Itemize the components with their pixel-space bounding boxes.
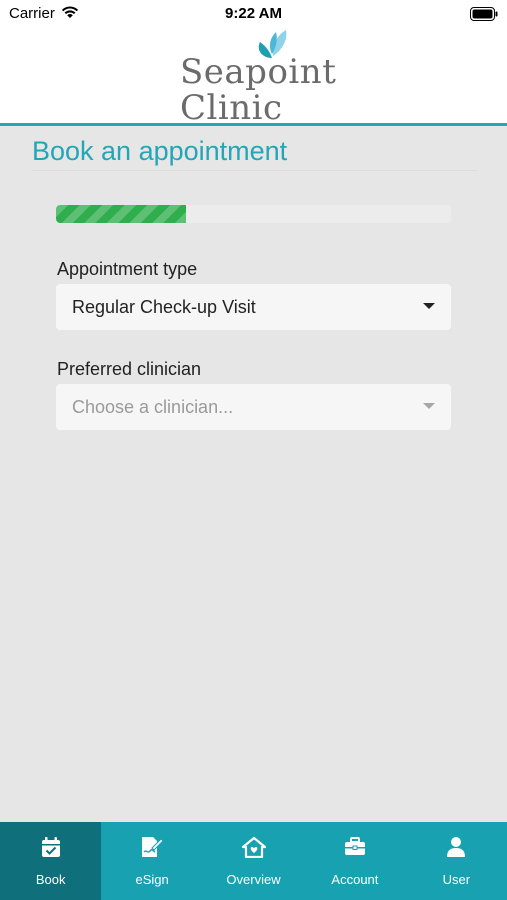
user-icon	[446, 836, 466, 858]
header-divider	[0, 123, 507, 126]
briefcase-icon	[344, 836, 366, 858]
status-bar: Carrier 9:22 AM	[0, 0, 507, 28]
booking-progress-bar	[56, 205, 451, 223]
tab-esign-label: eSign	[135, 872, 169, 887]
tab-book-label: Book	[35, 872, 66, 887]
appointment-type-value: Regular Check-up Visit	[72, 297, 256, 317]
clinic-logo: Seapoint Clinic	[178, 28, 338, 128]
signature-icon	[140, 836, 164, 858]
tab-book[interactable]: Book	[0, 822, 102, 900]
tab-account-label: Account	[331, 872, 379, 887]
progress-fill	[56, 205, 187, 223]
tab-esign[interactable]: eSign	[101, 822, 202, 900]
logo-text-line1: Seapoint	[180, 52, 337, 92]
preferred-clinician-placeholder: Choose a clinician...	[72, 397, 234, 417]
app-header: Seapoint Clinic	[0, 28, 507, 128]
tab-overview-label: Overview	[226, 872, 281, 887]
caret-down-icon	[423, 403, 435, 409]
caret-down-icon	[423, 303, 435, 309]
battery-icon	[470, 7, 498, 25]
preferred-clinician-label: Preferred clinician	[57, 359, 202, 379]
calendar-check-icon	[41, 836, 61, 858]
clock-time: 9:22 AM	[225, 5, 282, 22]
tab-user[interactable]: User	[406, 822, 507, 900]
logo-text-line2: Clinic	[180, 88, 283, 128]
tab-overview[interactable]: Overview	[203, 822, 304, 900]
bottom-tab-bar: Book eSign Overview Account User	[0, 822, 507, 900]
appointment-type-select[interactable]: Regular Check-up Visit	[56, 284, 451, 330]
appointment-type-label: Appointment type	[57, 259, 198, 279]
page-title: Book an appointment	[32, 136, 288, 166]
preferred-clinician-select[interactable]: Choose a clinician...	[56, 384, 451, 430]
title-divider	[32, 170, 477, 171]
home-icon	[241, 836, 266, 859]
tab-account[interactable]: Account	[304, 822, 405, 900]
tab-user-label: User	[442, 872, 471, 887]
